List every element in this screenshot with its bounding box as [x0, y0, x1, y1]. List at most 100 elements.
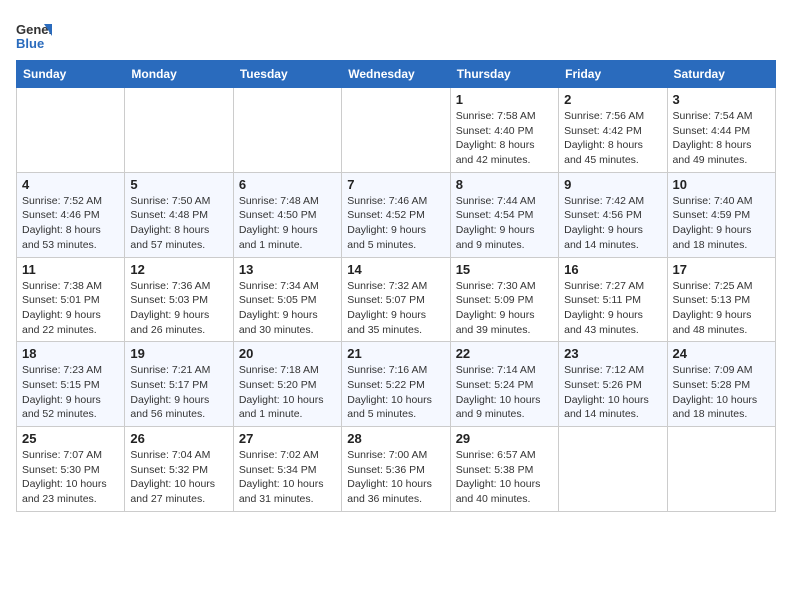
cell-info-text: Sunrise: 7:00 AM Sunset: 5:36 PM Dayligh… [347, 448, 444, 507]
cell-info-text: Sunrise: 7:40 AM Sunset: 4:59 PM Dayligh… [673, 194, 770, 253]
cell-info-text: Sunrise: 7:02 AM Sunset: 5:34 PM Dayligh… [239, 448, 336, 507]
calendar-cell: 3 Sunrise: 7:54 AM Sunset: 4:44 PM Daylig… [667, 88, 775, 173]
calendar-cell: 2 Sunrise: 7:56 AM Sunset: 4:42 PM Daylig… [559, 88, 667, 173]
calendar-cell: 12 Sunrise: 7:36 AM Sunset: 5:03 PM Dayli… [125, 257, 233, 342]
cell-day-number: 1 [456, 92, 553, 107]
calendar-cell: 27 Sunrise: 7:02 AM Sunset: 5:34 PM Dayli… [233, 427, 341, 512]
column-header-saturday: Saturday [667, 61, 775, 88]
cell-info-text: Sunrise: 7:21 AM Sunset: 5:17 PM Dayligh… [130, 363, 227, 422]
calendar-cell: 11 Sunrise: 7:38 AM Sunset: 5:01 PM Dayli… [17, 257, 125, 342]
calendar-cell: 16 Sunrise: 7:27 AM Sunset: 5:11 PM Dayli… [559, 257, 667, 342]
cell-day-number: 10 [673, 177, 770, 192]
column-header-sunday: Sunday [17, 61, 125, 88]
column-header-friday: Friday [559, 61, 667, 88]
cell-info-text: Sunrise: 7:58 AM Sunset: 4:40 PM Dayligh… [456, 109, 553, 168]
cell-day-number: 18 [22, 346, 119, 361]
week-row-5: 25 Sunrise: 7:07 AM Sunset: 5:30 PM Dayli… [17, 427, 776, 512]
cell-info-text: Sunrise: 7:42 AM Sunset: 4:56 PM Dayligh… [564, 194, 661, 253]
cell-info-text: Sunrise: 7:54 AM Sunset: 4:44 PM Dayligh… [673, 109, 770, 168]
week-row-1: 1 Sunrise: 7:58 AM Sunset: 4:40 PM Daylig… [17, 88, 776, 173]
cell-day-number: 28 [347, 431, 444, 446]
logo-icon: General Blue [16, 16, 52, 52]
calendar-cell: 21Sunrise: 7:16 AM Sunset: 5:22 PM Dayli… [342, 342, 450, 427]
cell-day-number: 24 [673, 346, 770, 361]
cell-day-number: 27 [239, 431, 336, 446]
cell-day-number: 9 [564, 177, 661, 192]
svg-text:Blue: Blue [16, 36, 44, 51]
calendar-cell [342, 88, 450, 173]
week-row-2: 4 Sunrise: 7:52 AM Sunset: 4:46 PM Daylig… [17, 172, 776, 257]
cell-day-number: 6 [239, 177, 336, 192]
cell-info-text: Sunrise: 7:27 AM Sunset: 5:11 PM Dayligh… [564, 279, 661, 338]
calendar-cell: 6 Sunrise: 7:48 AM Sunset: 4:50 PM Daylig… [233, 172, 341, 257]
calendar-cell: 1 Sunrise: 7:58 AM Sunset: 4:40 PM Daylig… [450, 88, 558, 173]
cell-day-number: 25 [22, 431, 119, 446]
cell-info-text: Sunrise: 7:09 AM Sunset: 5:28 PM Dayligh… [673, 363, 770, 422]
cell-day-number: 17 [673, 262, 770, 277]
calendar-cell: 18 Sunrise: 7:23 AM Sunset: 5:15 PM Dayli… [17, 342, 125, 427]
calendar-cell: 23Sunrise: 7:12 AM Sunset: 5:26 PM Dayli… [559, 342, 667, 427]
cell-info-text: Sunrise: 7:07 AM Sunset: 5:30 PM Dayligh… [22, 448, 119, 507]
cell-day-number: 13 [239, 262, 336, 277]
cell-info-text: Sunrise: 7:56 AM Sunset: 4:42 PM Dayligh… [564, 109, 661, 168]
cell-day-number: 19 [130, 346, 227, 361]
cell-info-text: Sunrise: 7:23 AM Sunset: 5:15 PM Dayligh… [22, 363, 119, 422]
cell-info-text: Sunrise: 7:14 AM Sunset: 5:24 PM Dayligh… [456, 363, 553, 422]
column-header-tuesday: Tuesday [233, 61, 341, 88]
cell-info-text: Sunrise: 7:44 AM Sunset: 4:54 PM Dayligh… [456, 194, 553, 253]
cell-info-text: Sunrise: 6:57 AM Sunset: 5:38 PM Dayligh… [456, 448, 553, 507]
cell-day-number: 14 [347, 262, 444, 277]
cell-day-number: 16 [564, 262, 661, 277]
cell-info-text: Sunrise: 7:16 AM Sunset: 5:22 PM Dayligh… [347, 363, 444, 422]
calendar-cell: 4 Sunrise: 7:52 AM Sunset: 4:46 PM Daylig… [17, 172, 125, 257]
cell-info-text: Sunrise: 7:52 AM Sunset: 4:46 PM Dayligh… [22, 194, 119, 253]
cell-info-text: Sunrise: 7:50 AM Sunset: 4:48 PM Dayligh… [130, 194, 227, 253]
calendar-cell: 9 Sunrise: 7:42 AM Sunset: 4:56 PM Daylig… [559, 172, 667, 257]
cell-day-number: 7 [347, 177, 444, 192]
calendar-cell: 29 Sunrise: 6:57 AM Sunset: 5:38 PM Dayli… [450, 427, 558, 512]
logo: General Blue [16, 16, 56, 52]
cell-info-text: Sunrise: 7:36 AM Sunset: 5:03 PM Dayligh… [130, 279, 227, 338]
calendar-cell [559, 427, 667, 512]
calendar-cell: 13 Sunrise: 7:34 AM Sunset: 5:05 PM Dayli… [233, 257, 341, 342]
cell-day-number: 26 [130, 431, 227, 446]
cell-day-number: 20 [239, 346, 336, 361]
calendar-cell: 19 Sunrise: 7:21 AM Sunset: 5:17 PM Dayli… [125, 342, 233, 427]
calendar-header-row: SundayMondayTuesdayWednesdayThursdayFrid… [17, 61, 776, 88]
calendar-cell: 15Sunrise: 7:30 AM Sunset: 5:09 PM Dayli… [450, 257, 558, 342]
cell-day-number: 3 [673, 92, 770, 107]
cell-info-text: Sunrise: 7:48 AM Sunset: 4:50 PM Dayligh… [239, 194, 336, 253]
cell-day-number: 4 [22, 177, 119, 192]
calendar-cell: 28 Sunrise: 7:00 AM Sunset: 5:36 PM Dayli… [342, 427, 450, 512]
calendar-cell [17, 88, 125, 173]
calendar-cell: 26 Sunrise: 7:04 AM Sunset: 5:32 PM Dayli… [125, 427, 233, 512]
calendar-cell: 5Sunrise: 7:50 AM Sunset: 4:48 PM Daylig… [125, 172, 233, 257]
cell-info-text: Sunrise: 7:38 AM Sunset: 5:01 PM Dayligh… [22, 279, 119, 338]
cell-info-text: Sunrise: 7:12 AM Sunset: 5:26 PM Dayligh… [564, 363, 661, 422]
cell-day-number: 29 [456, 431, 553, 446]
column-header-monday: Monday [125, 61, 233, 88]
week-row-4: 18 Sunrise: 7:23 AM Sunset: 5:15 PM Dayli… [17, 342, 776, 427]
calendar-cell: 14 Sunrise: 7:32 AM Sunset: 5:07 PM Dayli… [342, 257, 450, 342]
cell-info-text: Sunrise: 7:34 AM Sunset: 5:05 PM Dayligh… [239, 279, 336, 338]
calendar-cell [667, 427, 775, 512]
cell-day-number: 8 [456, 177, 553, 192]
cell-info-text: Sunrise: 7:04 AM Sunset: 5:32 PM Dayligh… [130, 448, 227, 507]
cell-day-number: 2 [564, 92, 661, 107]
calendar-table: SundayMondayTuesdayWednesdayThursdayFrid… [16, 60, 776, 512]
calendar-cell: 25 Sunrise: 7:07 AM Sunset: 5:30 PM Dayli… [17, 427, 125, 512]
week-row-3: 11 Sunrise: 7:38 AM Sunset: 5:01 PM Dayli… [17, 257, 776, 342]
calendar-cell: 7Sunrise: 7:46 AM Sunset: 4:52 PM Daylig… [342, 172, 450, 257]
cell-info-text: Sunrise: 7:18 AM Sunset: 5:20 PM Dayligh… [239, 363, 336, 422]
calendar-cell: 22Sunrise: 7:14 AM Sunset: 5:24 PM Dayli… [450, 342, 558, 427]
cell-info-text: Sunrise: 7:32 AM Sunset: 5:07 PM Dayligh… [347, 279, 444, 338]
calendar-cell: 10 Sunrise: 7:40 AM Sunset: 4:59 PM Dayli… [667, 172, 775, 257]
calendar-cell: 8 Sunrise: 7:44 AM Sunset: 4:54 PM Daylig… [450, 172, 558, 257]
cell-day-number: 11 [22, 262, 119, 277]
calendar-cell: 24 Sunrise: 7:09 AM Sunset: 5:28 PM Dayli… [667, 342, 775, 427]
cell-day-number: 15 [456, 262, 553, 277]
calendar-cell [125, 88, 233, 173]
cell-info-text: Sunrise: 7:25 AM Sunset: 5:13 PM Dayligh… [673, 279, 770, 338]
cell-day-number: 12 [130, 262, 227, 277]
page-header: General Blue [16, 16, 776, 52]
